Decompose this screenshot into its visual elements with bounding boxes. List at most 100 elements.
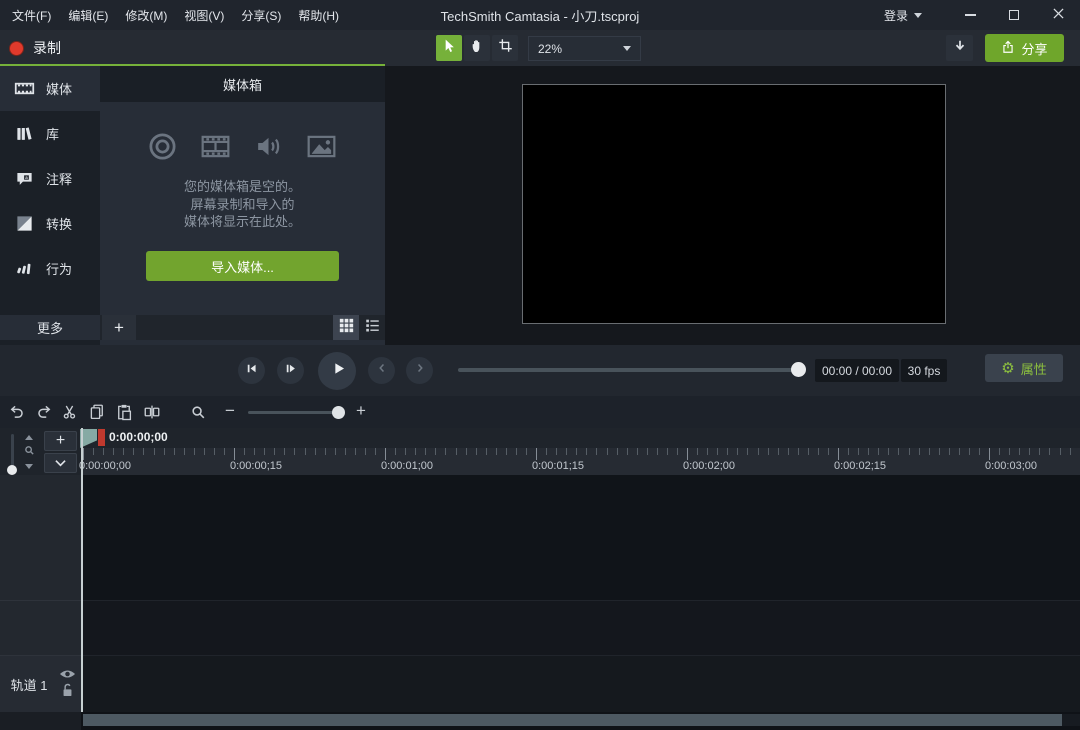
- ruler-tick: [878, 448, 879, 455]
- copy-button[interactable]: [84, 400, 109, 424]
- timeline: + 轨道 1 0:00:00;00 0:00:00;000:00:00;150:…: [0, 428, 1080, 730]
- ruler-tick: [536, 448, 537, 460]
- sign-in-menu[interactable]: 登录: [884, 7, 922, 24]
- track-controls: +: [0, 428, 81, 475]
- seek-slider-handle[interactable]: [791, 362, 806, 377]
- minimize-button[interactable]: [948, 0, 992, 30]
- track-lock-icon[interactable]: [61, 683, 74, 703]
- horizontal-scrollbar-thumb[interactable]: [83, 714, 1062, 726]
- ruler-tick: [909, 448, 910, 455]
- canvas-area: [385, 66, 1080, 345]
- timeline-zoom-slider[interactable]: [248, 411, 344, 414]
- maximize-button[interactable]: [992, 0, 1036, 30]
- ruler-label: 0:00:01;15: [532, 460, 584, 472]
- ruler-tick: [405, 448, 406, 455]
- ruler-tick: [576, 448, 577, 455]
- step-backward-button[interactable]: [238, 357, 265, 384]
- sidebar-item-行为[interactable]: 行为: [0, 246, 100, 291]
- ruler-tick: [697, 448, 698, 455]
- undo-button[interactable]: [4, 400, 29, 424]
- add-track-button[interactable]: +: [44, 431, 77, 451]
- pan-hand-button[interactable]: [464, 35, 490, 61]
- ruler-tick: [335, 448, 336, 455]
- zoom-in-button[interactable]: +: [352, 399, 370, 423]
- ruler-tick: [1009, 448, 1010, 455]
- selection-tool-button[interactable]: [436, 35, 462, 61]
- sidebar-item-库[interactable]: 库: [0, 111, 100, 156]
- ruler-tick: [1029, 448, 1030, 455]
- maximize-icon: [1009, 10, 1019, 20]
- ruler-tick: [103, 448, 104, 455]
- ruler-tick: [143, 448, 144, 455]
- track-1-lane[interactable]: [83, 655, 1080, 712]
- paste-button[interactable]: [111, 400, 136, 424]
- next-clip-button[interactable]: [406, 357, 433, 384]
- share-button[interactable]: 分享: [985, 34, 1064, 62]
- track-options-button[interactable]: [44, 453, 77, 473]
- playhead-out-marker[interactable]: [98, 429, 105, 446]
- time-ruler[interactable]: 0:00:00;000:00:00;150:00:01;000:00:01;15…: [83, 448, 1080, 475]
- ruler-tick: [778, 448, 779, 455]
- ruler-tick: [445, 448, 446, 455]
- sidebar-item-媒体[interactable]: 媒体: [0, 66, 100, 111]
- preview-canvas[interactable]: [522, 84, 946, 324]
- media-bin-panel: 媒体箱 您的媒体箱是空的。 屏幕录制和导入的 媒体将显示在此处。 导入媒体...…: [100, 66, 385, 345]
- ruler-tick: [1070, 448, 1071, 455]
- timeline-zoom-handle[interactable]: [332, 406, 345, 419]
- play-icon: [329, 359, 348, 383]
- properties-button[interactable]: ⚙ 属性: [985, 354, 1063, 382]
- ruler-tick: [83, 448, 84, 460]
- playhead-line[interactable]: [81, 428, 83, 712]
- track-1-header[interactable]: 轨道 1: [0, 655, 81, 712]
- download-icon: [953, 39, 967, 58]
- chevron-down-icon: [914, 13, 922, 18]
- cut-button[interactable]: [57, 400, 82, 424]
- ruler-tick: [435, 448, 436, 455]
- main-toolbar: 录制 22% 分享: [0, 30, 1080, 66]
- redo-button[interactable]: [31, 400, 56, 424]
- time-display: 00:00 / 00:00: [815, 359, 899, 382]
- ruler-tick: [154, 448, 155, 455]
- record-button[interactable]: 录制: [9, 30, 61, 66]
- ruler-tick: [707, 448, 708, 455]
- track-height-slider-handle[interactable]: [7, 465, 17, 475]
- step-forward-button[interactable]: [277, 357, 304, 384]
- ruler-tick: [496, 448, 497, 455]
- ruler-tick: [566, 448, 567, 455]
- add-media-button[interactable]: +: [102, 315, 136, 340]
- canvas-zoom-dropdown[interactable]: 22%: [528, 36, 641, 61]
- ruler-tick: [758, 448, 759, 455]
- zoom-out-button[interactable]: −: [221, 399, 239, 423]
- grid-view-icon: [339, 318, 354, 338]
- download-button[interactable]: [946, 35, 973, 61]
- sidebar-item-注释[interactable]: a注释: [0, 156, 100, 201]
- seek-slider[interactable]: [458, 368, 800, 372]
- ruler-tick: [425, 448, 426, 455]
- sidebar-item-转换[interactable]: 转换: [0, 201, 100, 246]
- list-view-toggle[interactable]: [359, 315, 385, 340]
- ruler-tick: [747, 448, 748, 455]
- menu-item-e[interactable]: 编辑(E): [64, 7, 112, 24]
- ruler-tick: [365, 448, 366, 455]
- ruler-tick: [305, 448, 306, 455]
- close-button[interactable]: [1036, 0, 1080, 30]
- track-header-empty: [0, 600, 81, 655]
- ruler-tick: [596, 448, 597, 455]
- menu-item-f[interactable]: 文件(F): [8, 7, 55, 24]
- ruler-tick: [687, 448, 688, 460]
- play-button[interactable]: [318, 352, 356, 390]
- ruler-tick: [607, 448, 608, 455]
- sidebar-item-label: 注释: [46, 169, 72, 188]
- import-media-button[interactable]: 导入媒体...: [146, 251, 339, 281]
- grid-view-toggle[interactable]: [333, 315, 359, 340]
- playhead-row[interactable]: 0:00:00;00: [83, 428, 1080, 448]
- sidebar-more-button[interactable]: 更多: [0, 315, 100, 340]
- previous-clip-button[interactable]: [368, 357, 395, 384]
- ruler-tick: [627, 448, 628, 455]
- crop-button[interactable]: [492, 35, 518, 61]
- canvas-tools: [436, 35, 518, 61]
- menu-item-m[interactable]: 修改(M): [121, 7, 171, 24]
- ruler-tick: [415, 448, 416, 455]
- split-button[interactable]: [139, 400, 164, 424]
- track-header-footer: [0, 712, 81, 730]
